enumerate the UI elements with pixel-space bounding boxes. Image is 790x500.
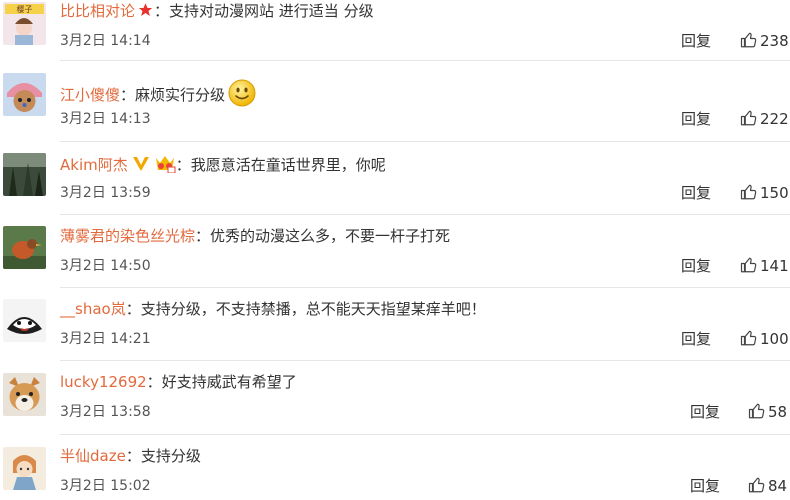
comment-date: 3月2日 13:58 <box>60 404 151 420</box>
comment-text: 好支持威武有希望了 <box>161 373 297 391</box>
divider <box>60 141 790 142</box>
comment-text: 麻烦实行分级 <box>135 86 226 104</box>
like-button[interactable]: 238 <box>740 31 789 51</box>
avatar-image <box>3 73 46 116</box>
avatar[interactable]: 樱子 <box>3 2 46 45</box>
username-link[interactable]: 江小傻傻 <box>60 86 120 104</box>
colon: ： <box>146 373 162 391</box>
avatar-image <box>3 373 46 416</box>
thumbs-up-icon <box>740 32 757 48</box>
username-link[interactable]: 半仙daze <box>60 447 126 465</box>
colon: ： <box>195 227 211 245</box>
comment-text: 支持分级 <box>140 447 201 465</box>
comment-text: 支持分级，不支持禁播，总不能天天指望某痒羊吧！ <box>140 300 486 318</box>
avatar-image: 樱子 <box>3 2 46 45</box>
username-link[interactable]: 薄雾君的染色丝光棕 <box>60 227 195 245</box>
username-link[interactable]: 比比相对论 <box>60 2 135 20</box>
reply-button[interactable]: 回复 <box>681 329 711 349</box>
comment-date: 3月2日 14:50 <box>60 258 151 274</box>
thumbs-up-icon <box>740 184 757 200</box>
avatar[interactable] <box>3 373 46 416</box>
red-star-icon <box>137 2 154 23</box>
avatar[interactable] <box>3 226 46 269</box>
like-button[interactable]: 141 <box>740 256 789 276</box>
comment-date: 3月2日 14:13 <box>60 111 151 127</box>
colon: ： <box>175 156 191 174</box>
comment-date: 3月2日 15:02 <box>60 478 151 494</box>
reply-button[interactable]: 回复 <box>681 31 711 51</box>
like-count: 84 <box>768 477 788 495</box>
username-link[interactable]: __shao岚 <box>60 300 126 318</box>
avatar-logo-text: 樱子 <box>17 4 33 14</box>
avatar[interactable] <box>3 299 46 342</box>
reply-button[interactable]: 回复 <box>681 256 711 276</box>
like-count: 58 <box>768 403 788 421</box>
colon: ： <box>154 2 170 20</box>
comment-date: 3月2日 13:59 <box>60 185 151 201</box>
thumbs-up-icon <box>740 330 757 346</box>
divider <box>60 214 790 215</box>
like-button[interactable]: 150 <box>740 183 789 203</box>
like-button[interactable]: 100 <box>740 329 789 349</box>
like-button[interactable]: 222 <box>740 109 789 129</box>
avatar-image <box>3 299 46 342</box>
avatar-image <box>3 153 46 196</box>
like-count: 141 <box>760 257 789 275</box>
username-link[interactable]: Akim阿杰 <box>60 156 128 174</box>
smiley-emoji-icon <box>227 78 257 113</box>
like-count: 222 <box>760 110 789 128</box>
reply-button[interactable]: 回复 <box>681 109 711 129</box>
username-link[interactable]: lucky12692 <box>60 373 147 391</box>
comment-text: 支持对动漫网站 进行适当 分级 <box>169 2 374 20</box>
like-button[interactable]: 84 <box>748 476 787 496</box>
thumbs-up-icon <box>740 257 757 273</box>
reply-button[interactable]: 回复 <box>690 402 720 422</box>
comment-date: 3月2日 14:21 <box>60 331 151 347</box>
colon: ： <box>120 86 136 104</box>
reply-button[interactable]: 回复 <box>681 183 711 203</box>
like-count: 150 <box>760 184 789 202</box>
gold-v-icon <box>131 155 151 178</box>
avatar-image <box>3 226 46 269</box>
divider <box>60 434 790 435</box>
reply-button[interactable]: 回复 <box>690 476 720 496</box>
like-count: 238 <box>760 32 789 50</box>
thumbs-up-icon <box>748 477 765 493</box>
comment-text: 我愿意活在童话世界里，你呢 <box>190 156 386 174</box>
divider <box>60 60 790 61</box>
comment-text: 优秀的动漫这么多，不要一杆子打死 <box>210 227 451 245</box>
avatar[interactable] <box>3 153 46 196</box>
thumbs-up-icon <box>748 403 765 419</box>
divider <box>60 287 790 288</box>
like-count: 100 <box>760 330 789 348</box>
colon: ： <box>125 447 141 465</box>
colon: ： <box>125 300 141 318</box>
comment-date: 3月2日 14:14 <box>60 33 151 49</box>
avatar[interactable] <box>3 447 46 490</box>
divider <box>60 360 790 361</box>
like-button[interactable]: 58 <box>748 402 787 422</box>
vip-crown-icon <box>154 153 176 178</box>
avatar[interactable] <box>3 73 46 116</box>
thumbs-up-icon <box>740 110 757 126</box>
avatar-image <box>3 447 46 490</box>
